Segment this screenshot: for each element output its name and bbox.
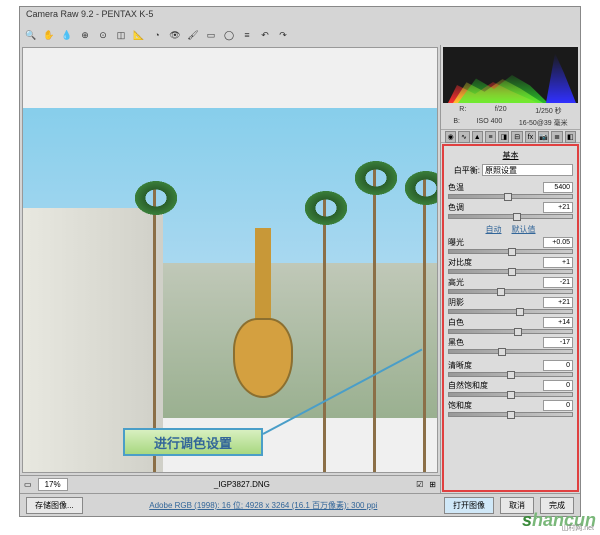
preset-icon[interactable]: ≡	[240, 28, 254, 42]
workflow-link[interactable]: Adobe RGB (1998): 16 位; 4928 x 3264 (16.…	[89, 500, 438, 511]
tab-curve-icon[interactable]: ∿	[458, 131, 469, 143]
blacks-slider[interactable]	[448, 349, 573, 354]
tint-label: 色调	[448, 202, 464, 213]
exif-row-2: B:ISO 40016-50@39 毫米	[441, 117, 580, 129]
exif-row-1: R:f/201/250 秒	[441, 105, 580, 117]
gradient-icon[interactable]: ▭	[204, 28, 218, 42]
exposure-input[interactable]	[543, 237, 573, 248]
spot-icon[interactable]: ◔	[150, 28, 164, 42]
straighten-icon[interactable]: 📐	[132, 28, 146, 42]
contrast-label: 对比度	[448, 257, 472, 268]
preview-compare-icon[interactable]: ⊞	[429, 480, 436, 489]
watermark-sub: 山村网.net	[561, 523, 594, 533]
exposure-slider[interactable]	[448, 249, 573, 254]
shadows-slider[interactable]	[448, 309, 573, 314]
whites-label: 白色	[448, 317, 464, 328]
highlights-input[interactable]	[543, 277, 573, 288]
shadows-label: 阴影	[448, 297, 464, 308]
sampler-icon[interactable]: ⊕	[78, 28, 92, 42]
blacks-input[interactable]	[543, 337, 573, 348]
window-title: Camera Raw 9.2 - PENTAX K-5	[20, 7, 580, 25]
clarity-label: 清晰度	[448, 360, 472, 371]
clarity-slider[interactable]	[448, 372, 573, 377]
exposure-label: 曝光	[448, 237, 464, 248]
tab-detail-icon[interactable]: ▲	[472, 131, 483, 143]
crop-icon[interactable]: ◫	[114, 28, 128, 42]
tab-preset-icon[interactable]: ≣	[551, 131, 562, 143]
preview-toggle-icon[interactable]: ☑	[416, 480, 423, 489]
hand-tool-icon[interactable]: ✋	[42, 28, 56, 42]
tab-snapshot-icon[interactable]: ◧	[565, 131, 576, 143]
tab-camera-icon[interactable]: 📷	[538, 131, 549, 143]
main-toolbar: 🔍 ✋ 💧 ⊕ ⊙ ◫ 📐 ◔ 👁 🖌 ▭ ◯ ≡ ↶ ↷	[20, 25, 580, 45]
tint-slider[interactable]	[448, 214, 573, 219]
wb-label: 白平衡:	[448, 165, 480, 176]
saturation-slider[interactable]	[448, 412, 573, 417]
panel-title: 基本	[446, 148, 575, 163]
filename-label: _IGP3827.DNG	[74, 480, 411, 489]
blacks-label: 黑色	[448, 337, 464, 348]
default-link[interactable]: 默认值	[512, 224, 536, 235]
whites-slider[interactable]	[448, 329, 573, 334]
tint-input[interactable]	[543, 202, 573, 213]
whites-input[interactable]	[543, 317, 573, 328]
vibrance-input[interactable]	[543, 380, 573, 391]
eyedropper-icon[interactable]: 💧	[60, 28, 74, 42]
auto-link[interactable]: 自动	[486, 224, 502, 235]
annotation-callout: 进行调色设置	[123, 428, 263, 456]
basic-panel: 基本 白平衡: 原照设置 色温 色调 自动默认值 曝光 对比度 高光 阴影 白色…	[442, 144, 579, 492]
temp-label: 色温	[448, 182, 464, 193]
target-icon[interactable]: ⊙	[96, 28, 110, 42]
rotate-ccw-icon[interactable]: ↶	[258, 28, 272, 42]
redeye-icon[interactable]: 👁	[168, 28, 182, 42]
zoom-tool-icon[interactable]: 🔍	[24, 28, 38, 42]
tab-fx-icon[interactable]: fx	[525, 131, 536, 143]
save-button[interactable]: 存储图像...	[26, 497, 83, 514]
shadows-input[interactable]	[543, 297, 573, 308]
tab-lens-icon[interactable]: ⊟	[511, 131, 522, 143]
radial-icon[interactable]: ◯	[222, 28, 236, 42]
zoom-level[interactable]: 17%	[38, 478, 68, 491]
zoom-minus-icon[interactable]: ▭	[24, 480, 32, 489]
vibrance-label: 自然饱和度	[448, 380, 488, 391]
vibrance-slider[interactable]	[448, 392, 573, 397]
saturation-input[interactable]	[543, 400, 573, 411]
temp-slider[interactable]	[448, 194, 573, 199]
wb-select[interactable]: 原照设置	[482, 164, 573, 176]
brush-icon[interactable]: 🖌	[186, 28, 200, 42]
tab-hsl-icon[interactable]: ≡	[485, 131, 496, 143]
histogram[interactable]	[443, 47, 578, 103]
open-button[interactable]: 打开图像	[444, 497, 494, 514]
image-preview[interactable]: 进行调色设置	[22, 47, 438, 473]
contrast-slider[interactable]	[448, 269, 573, 274]
rotate-cw-icon[interactable]: ↷	[276, 28, 290, 42]
highlights-slider[interactable]	[448, 289, 573, 294]
tab-basic-icon[interactable]: ◉	[445, 131, 456, 143]
clarity-input[interactable]	[543, 360, 573, 371]
temp-input[interactable]	[543, 182, 573, 193]
tab-split-icon[interactable]: ◨	[498, 131, 509, 143]
contrast-input[interactable]	[543, 257, 573, 268]
saturation-label: 饱和度	[448, 400, 472, 411]
highlights-label: 高光	[448, 277, 464, 288]
